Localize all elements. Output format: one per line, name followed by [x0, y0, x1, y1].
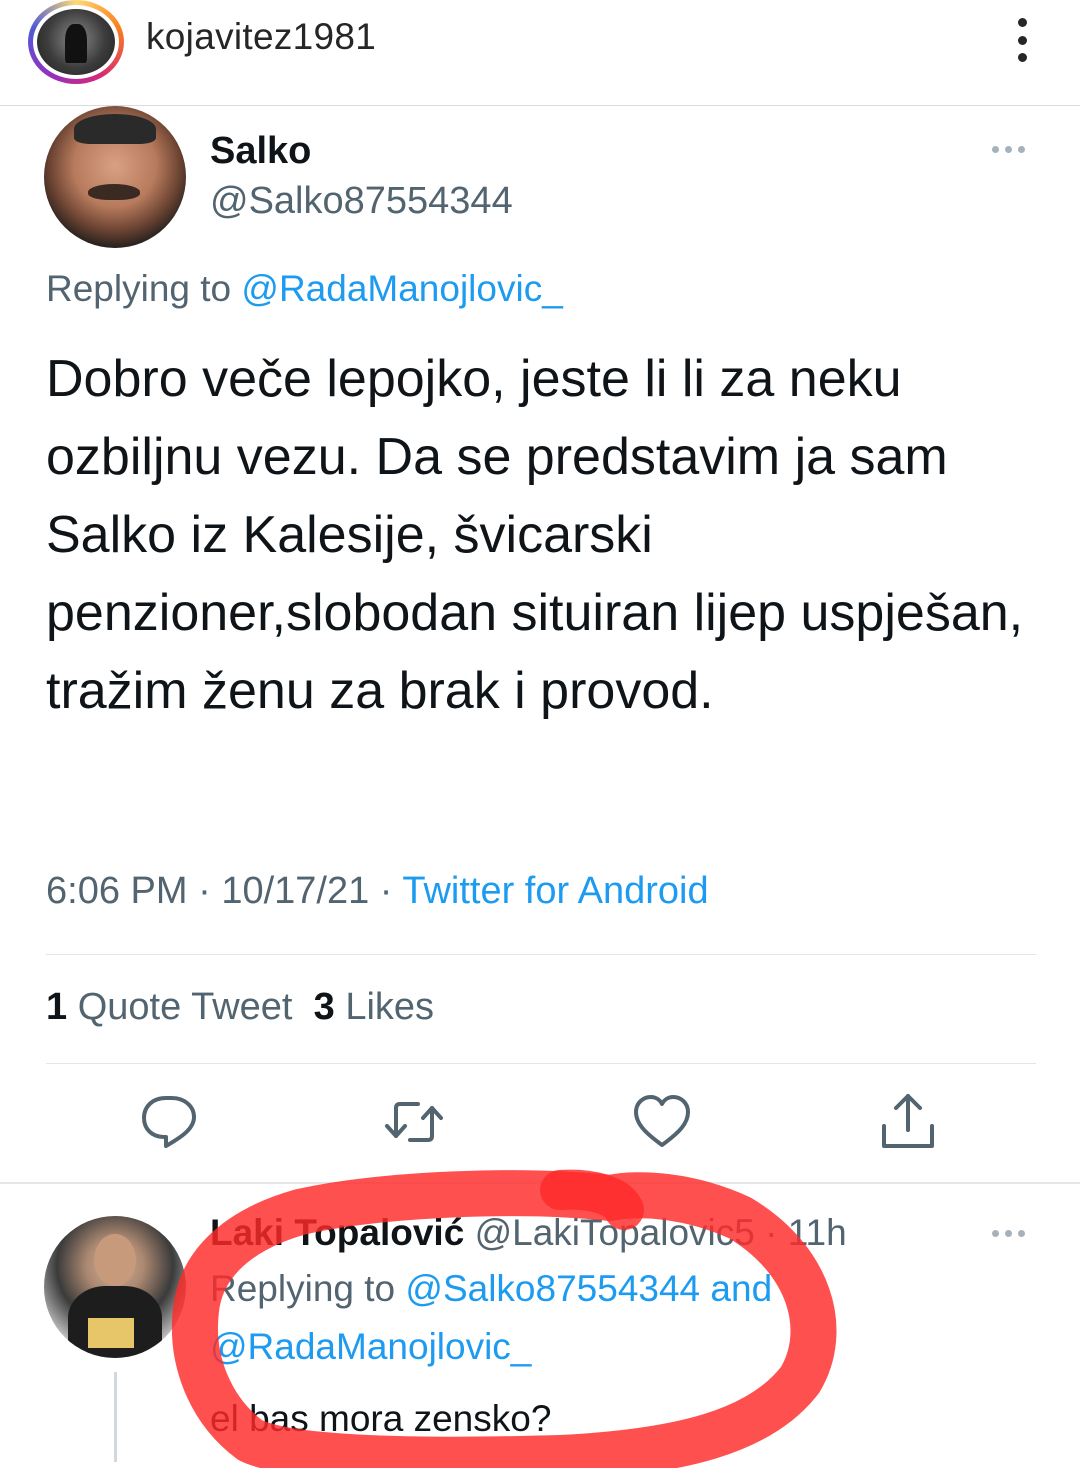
reply-text: el bas mora zensko? — [210, 1398, 552, 1439]
thread-line — [114, 1372, 117, 1462]
more-horizontal-icon[interactable] — [992, 146, 1025, 153]
reply-replying-to: Replying to @Salko87554344 and — [210, 1268, 773, 1309]
like-icon[interactable] — [630, 1090, 694, 1154]
more-vertical-icon[interactable] — [1008, 18, 1036, 62]
section-divider — [0, 1182, 1080, 1184]
share-icon[interactable] — [876, 1090, 940, 1154]
reply-author-handle[interactable]: @LakiTopalovic5 — [475, 1212, 755, 1253]
quote-tweets-stat[interactable]: 1 Quote Tweet — [46, 986, 292, 1028]
tweet-stats: 1 Quote Tweet 3 Likes — [46, 986, 434, 1029]
divider — [46, 954, 1036, 955]
reply-author-name[interactable]: Laki Topalović — [210, 1212, 464, 1253]
tweet-author-avatar[interactable] — [44, 106, 186, 248]
likes-stat[interactable]: 3 Likes — [314, 986, 434, 1028]
tweet-source[interactable]: Twitter for Android — [402, 870, 708, 912]
instagram-avatar[interactable] — [28, 0, 124, 84]
tweet-date[interactable]: 10/17/21 — [221, 870, 369, 912]
tweet-author-handle[interactable]: @Salko87554344 — [210, 180, 513, 223]
replying-to-link[interactable]: @Salko87554344 — [405, 1268, 700, 1309]
instagram-header: kojavitez1981 — [0, 0, 1080, 106]
replying-to-link[interactable]: @RadaManojlovic_ — [241, 268, 562, 309]
reply-icon[interactable] — [138, 1090, 202, 1154]
tweet-time[interactable]: 6:06 PM — [46, 870, 188, 912]
tweet-text: Dobro veče lepojko, jeste li li za neku … — [46, 350, 1024, 720]
divider — [46, 1063, 1036, 1064]
reply-age: 11h — [787, 1212, 847, 1253]
reply-author-avatar[interactable] — [44, 1216, 186, 1358]
tweet-replying-to: Replying to @RadaManojlovic_ — [46, 268, 563, 309]
tweet-metadata: 6:06 PM · 10/17/21 · Twitter for Android — [46, 870, 709, 912]
more-horizontal-icon[interactable] — [992, 1230, 1025, 1237]
reply-header: Laki Topalović @LakiTopalovic5 · 11h — [210, 1212, 847, 1253]
tweet-author-name[interactable]: Salko — [210, 130, 311, 173]
tweet-actions — [0, 1090, 1080, 1170]
replying-to-link[interactable]: @RadaManojlovic_ — [210, 1326, 531, 1368]
instagram-username[interactable]: kojavitez1981 — [146, 16, 376, 58]
retweet-icon[interactable] — [382, 1090, 446, 1154]
